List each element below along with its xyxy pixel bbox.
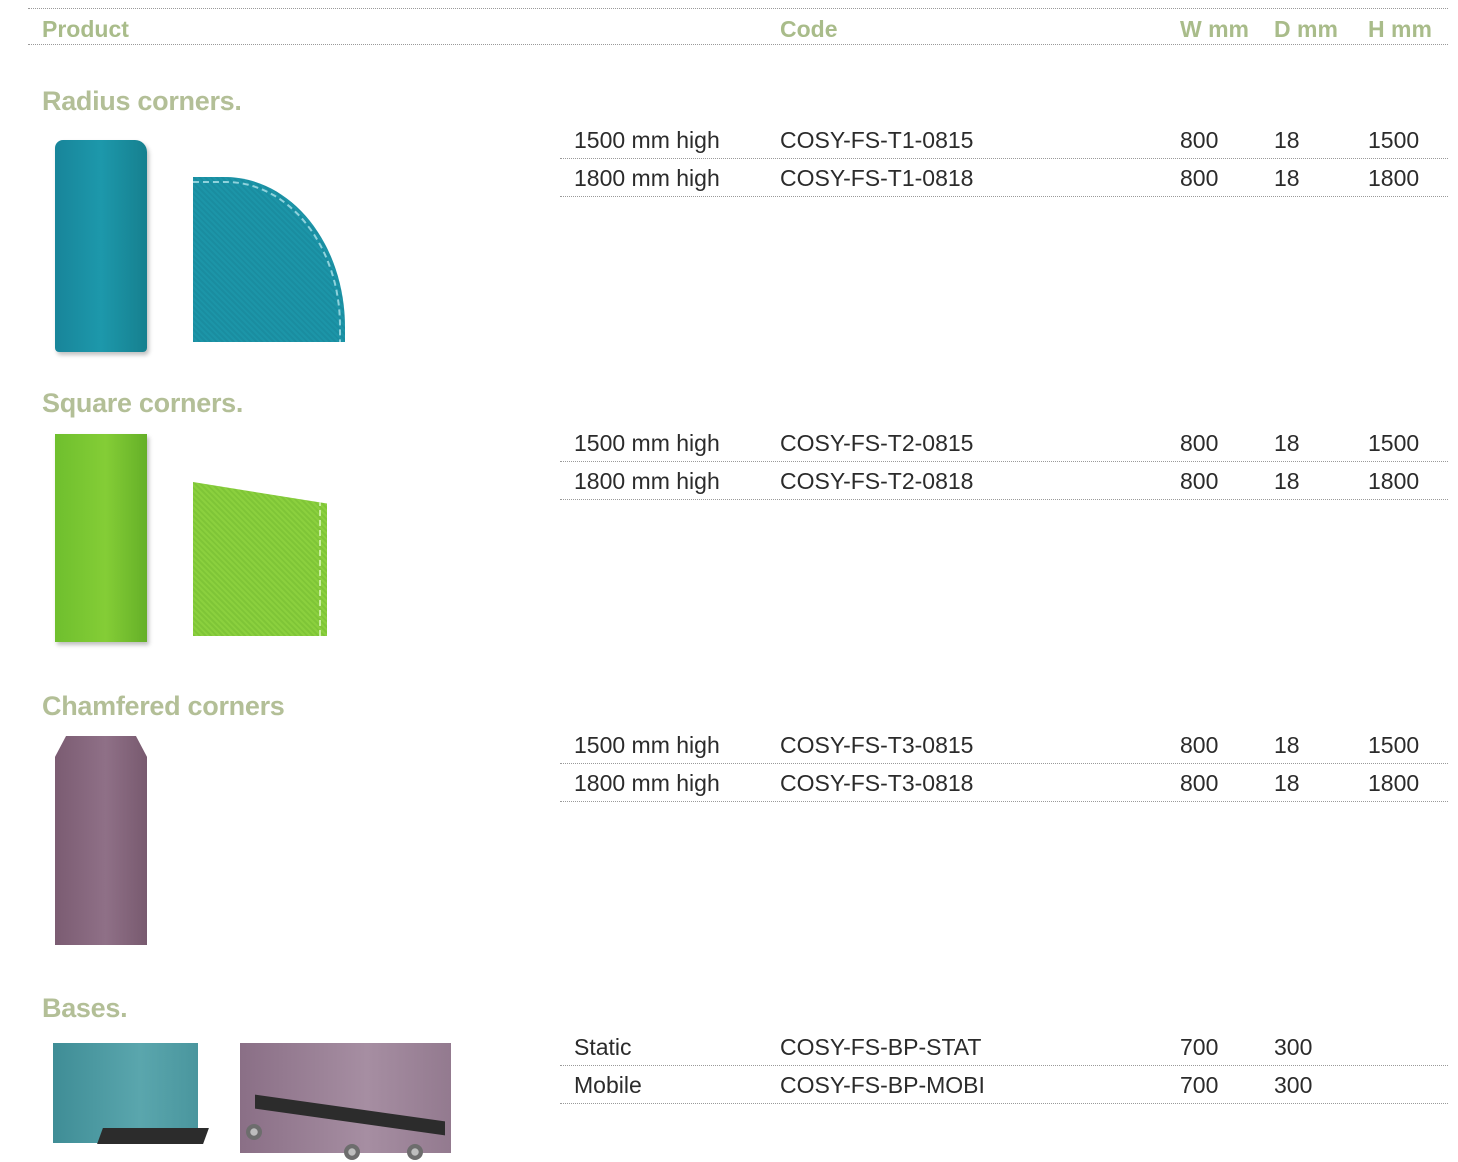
row-product: 1800 mm high	[574, 770, 720, 796]
row-h: 1500	[1368, 127, 1420, 153]
header-bottom-rule	[28, 44, 1448, 45]
chamfered-panel-image	[55, 736, 147, 945]
row-d: 18	[1274, 165, 1300, 191]
radius-panel-image	[55, 140, 147, 352]
static-base-foot	[97, 1128, 209, 1144]
row-code: COSY-FS-T2-0815	[780, 430, 974, 456]
radius-corner-detail-image	[193, 177, 345, 342]
row-divider	[560, 1103, 1448, 1104]
row-divider	[560, 801, 1448, 802]
row-w: 800	[1180, 430, 1219, 456]
row-divider	[560, 499, 1448, 500]
column-header-w: W mm	[1180, 16, 1249, 42]
row-code: COSY-FS-T3-0815	[780, 732, 974, 758]
row-product: Mobile	[574, 1072, 642, 1098]
row-divider	[560, 196, 1448, 197]
row-d: 18	[1274, 430, 1300, 456]
row-product: 1500 mm high	[574, 430, 720, 456]
row-code: COSY-FS-BP-STAT	[780, 1034, 982, 1060]
row-code: COSY-FS-T2-0818	[780, 468, 974, 494]
caster-wheel	[246, 1124, 262, 1140]
square-panel-image	[55, 434, 147, 642]
row-product: Static	[574, 1034, 632, 1060]
row-d: 18	[1274, 468, 1300, 494]
row-w: 800	[1180, 165, 1219, 191]
caster-wheel	[407, 1144, 423, 1160]
row-d: 300	[1274, 1072, 1313, 1098]
column-header-code: Code	[780, 16, 838, 42]
row-w: 800	[1180, 127, 1219, 153]
square-corner-detail-image	[193, 482, 327, 636]
row-d: 300	[1274, 1034, 1313, 1060]
row-h: 1500	[1368, 430, 1420, 456]
header-top-rule	[28, 8, 1448, 9]
caster-wheel	[344, 1144, 360, 1160]
row-code: COSY-FS-T1-0815	[780, 127, 974, 153]
row-h: 1500	[1368, 732, 1420, 758]
row-product: 1500 mm high	[574, 732, 720, 758]
row-d: 18	[1274, 732, 1300, 758]
row-code: COSY-FS-BP-MOBI	[780, 1072, 985, 1098]
row-code: COSY-FS-T3-0818	[780, 770, 974, 796]
section-title-radius: Radius corners.	[42, 86, 242, 116]
row-d: 18	[1274, 770, 1300, 796]
row-product: 1800 mm high	[574, 165, 720, 191]
row-w: 800	[1180, 732, 1219, 758]
row-product: 1500 mm high	[574, 127, 720, 153]
row-w: 700	[1180, 1072, 1219, 1098]
column-header-product: Product	[42, 16, 129, 42]
section-title-chamfered: Chamfered corners	[42, 691, 285, 721]
row-h: 1800	[1368, 165, 1420, 191]
row-w: 800	[1180, 468, 1219, 494]
row-product: 1800 mm high	[574, 468, 720, 494]
row-h: 1800	[1368, 468, 1420, 494]
column-header-h: H mm	[1368, 16, 1432, 42]
row-code: COSY-FS-T1-0818	[780, 165, 974, 191]
row-divider	[560, 763, 1448, 764]
row-w: 700	[1180, 1034, 1219, 1060]
row-divider	[560, 461, 1448, 462]
row-w: 800	[1180, 770, 1219, 796]
row-d: 18	[1274, 127, 1300, 153]
row-h: 1800	[1368, 770, 1420, 796]
row-divider	[560, 1065, 1448, 1066]
row-divider	[560, 158, 1448, 159]
section-title-square: Square corners.	[42, 388, 244, 418]
column-header-d: D mm	[1274, 16, 1338, 42]
section-title-bases: Bases.	[42, 993, 128, 1023]
